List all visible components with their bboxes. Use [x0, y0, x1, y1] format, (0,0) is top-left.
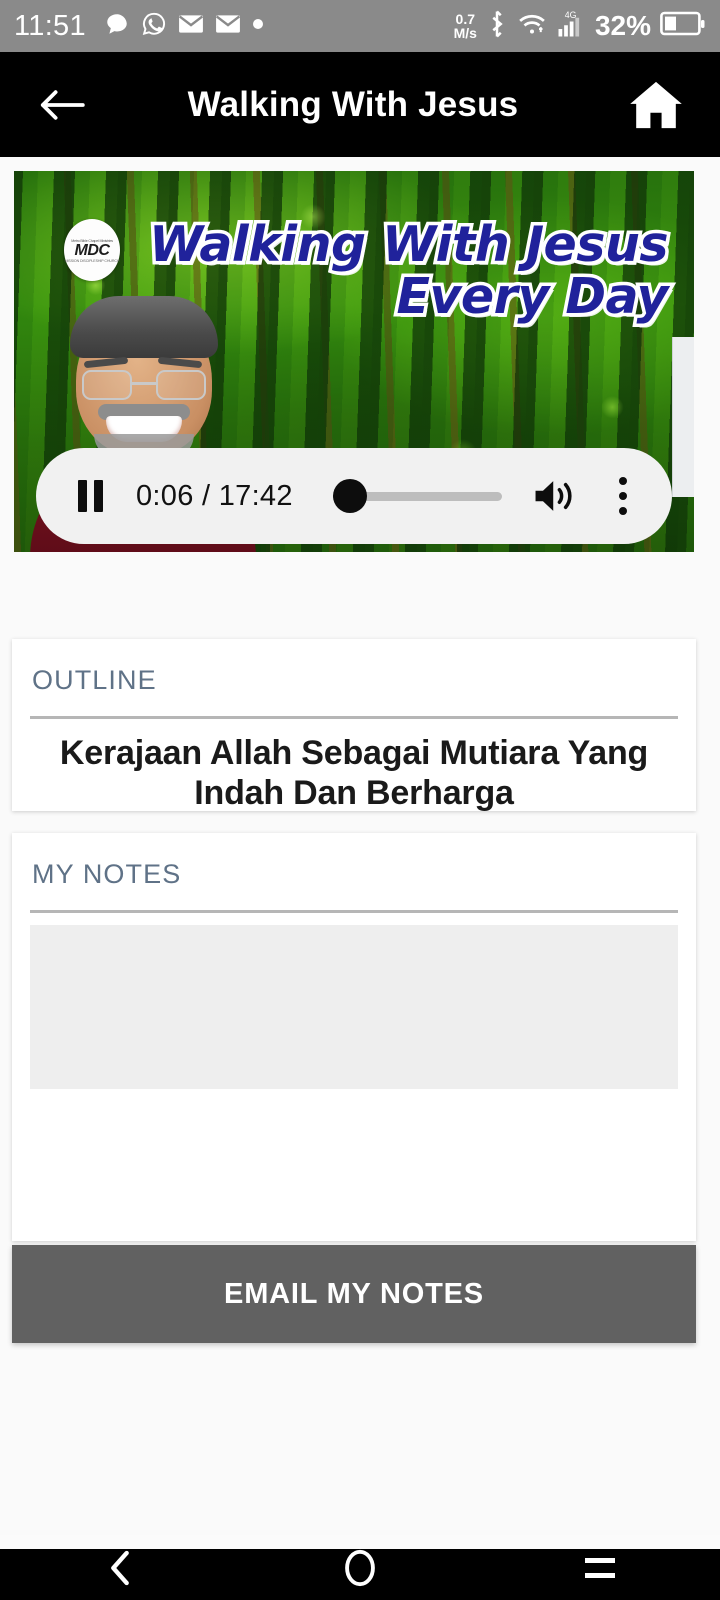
- svg-text:4G: 4G: [565, 9, 577, 19]
- video-controls-bar: 0:06 / 17:42: [36, 448, 672, 544]
- battery-percent-label: 32%: [594, 10, 651, 41]
- notes-divider: [30, 910, 678, 913]
- outline-title: Kerajaan Allah Sebagai Mutiara Yang Inda…: [59, 734, 649, 812]
- battery-icon: [660, 10, 706, 43]
- bluetooth-icon: [486, 9, 508, 44]
- nav-recents-icon: [585, 1557, 615, 1578]
- video-overlay-title: Walking With Jesus Every Day: [14, 215, 694, 326]
- back-arrow-icon: [40, 89, 85, 120]
- more-vertical-icon: [619, 492, 627, 500]
- more-vertical-icon: [619, 507, 627, 515]
- notes-card: MY NOTES: [12, 833, 696, 1241]
- video-overlay-title-line1: Walking With Jesus: [146, 215, 672, 274]
- seek-thumb[interactable]: [332, 479, 367, 513]
- glasses-bridge: [132, 382, 156, 385]
- volume-high-icon: [535, 481, 572, 511]
- seek-bar[interactable]: [332, 478, 502, 514]
- chat-bubble-icon: [104, 11, 130, 42]
- wifi-icon: [517, 11, 547, 42]
- pause-button[interactable]: [68, 474, 112, 518]
- mail-icon: [178, 14, 204, 39]
- nav-home-circle-icon: [345, 1549, 375, 1586]
- nav-back-icon: [111, 1550, 129, 1585]
- network-speed-indicator: 0.7 M/s: [453, 11, 477, 41]
- pause-icon: [93, 480, 103, 512]
- status-bar-system-icons: 0.7 M/s 4G 32%: [454, 9, 706, 44]
- outline-card: OUTLINE Kerajaan Allah Sebagai Mutiara Y…: [12, 639, 696, 812]
- notes-label: MY NOTES: [32, 859, 182, 889]
- glasses-lens-right: [156, 370, 206, 400]
- email-my-notes-button[interactable]: EMAIL MY NOTES: [12, 1245, 696, 1343]
- more-vertical-icon: [619, 477, 627, 485]
- cellular-signal-icon: 4G: [556, 9, 586, 44]
- time-display: 0:06 / 17:42: [136, 479, 293, 512]
- app-bar: Walking With Jesus: [0, 52, 720, 157]
- nav-bar-white-strip: [0, 1535, 720, 1549]
- outline-label: OUTLINE: [32, 665, 157, 695]
- home-button[interactable]: [626, 75, 686, 135]
- mail-icon: [215, 14, 241, 39]
- page-content: Metro Bible Chapel Ministries MDC MISSIO…: [0, 157, 720, 1535]
- status-bar: 11:51 0.7 M/s 4G 32%: [0, 0, 720, 52]
- status-bar-notification-icons: [104, 11, 264, 42]
- home-icon: [630, 81, 682, 128]
- more-options-button[interactable]: [606, 474, 640, 518]
- pause-icon: [77, 480, 87, 512]
- status-bar-clock: 11:51: [14, 9, 86, 42]
- dot-icon: [252, 17, 264, 35]
- notes-input[interactable]: [30, 925, 678, 1089]
- page-title: Walking With Jesus: [187, 84, 519, 124]
- video-player[interactable]: Metro Bible Chapel Ministries MDC MISSIO…: [14, 171, 694, 552]
- glasses-lens-left: [82, 370, 132, 400]
- volume-button[interactable]: [530, 474, 580, 518]
- video-overlay-title-line2: Every Day: [393, 267, 672, 326]
- background-panel-edge: [672, 337, 694, 497]
- whatsapp-icon: [141, 11, 167, 42]
- speaker-glasses: [80, 370, 208, 400]
